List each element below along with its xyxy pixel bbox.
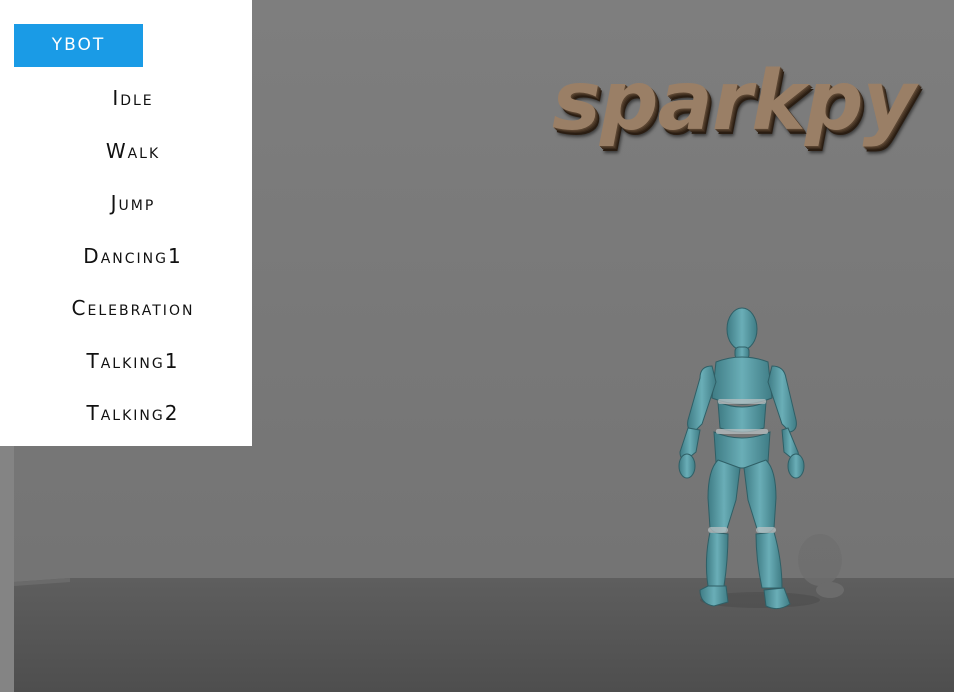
animation-item-walk[interactable]: Walk <box>14 131 252 171</box>
animation-item-celebration[interactable]: Celebration <box>14 288 252 328</box>
animation-item-talking1[interactable]: Talking1 <box>14 341 252 381</box>
left-wall-strip <box>0 446 14 692</box>
animation-item-idle[interactable]: Idle <box>14 78 252 118</box>
animation-item-jump[interactable]: Jump <box>14 183 252 223</box>
animation-item-dancing1[interactable]: Dancing1 <box>14 236 252 276</box>
floor <box>14 578 954 692</box>
animation-item-talking2[interactable]: Talking2 <box>14 393 252 433</box>
model-button-ybot[interactable]: YBOT <box>14 24 143 67</box>
sparkpy-logo: sparkpy <box>552 54 916 149</box>
animation-menu: YBOT Idle Walk Jump Dancing1 Celebration… <box>0 0 252 446</box>
